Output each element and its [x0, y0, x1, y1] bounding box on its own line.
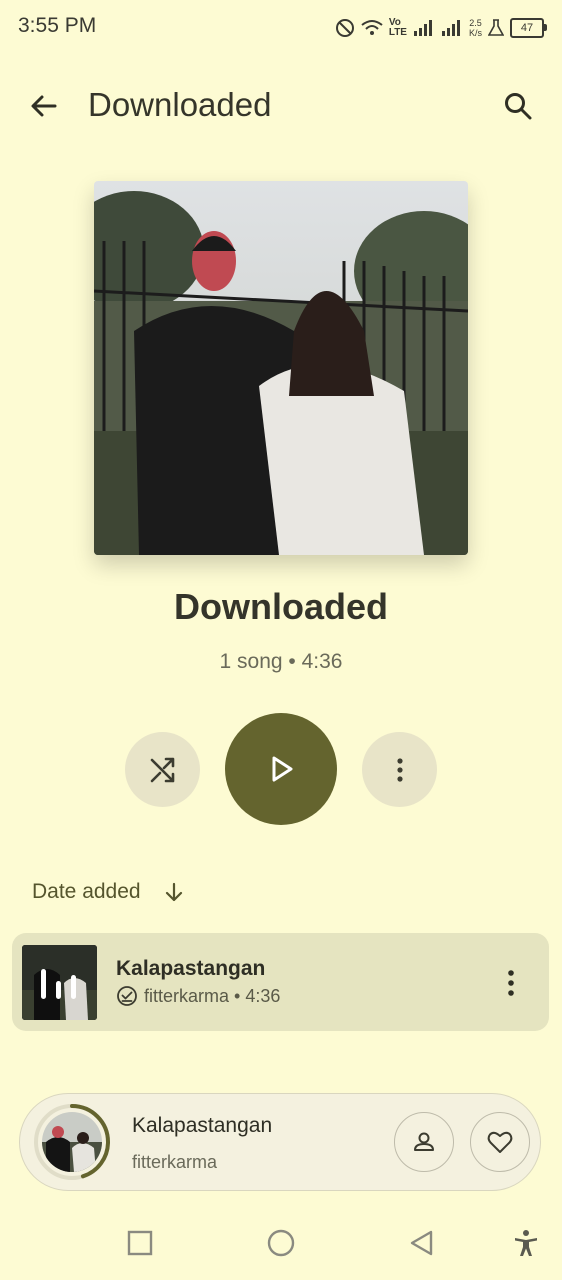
- shuffle-icon: [150, 757, 174, 782]
- play-icon: [272, 756, 293, 782]
- triangle-back-icon: [410, 1230, 433, 1256]
- download-check-icon: [117, 986, 137, 1006]
- song-subtitle: fitterkarma • 4:36: [116, 985, 280, 1007]
- playlist-meta: 1 song • 4:36: [219, 650, 343, 673]
- do-not-disturb-icon: [335, 19, 354, 37]
- flask-icon: [488, 19, 504, 36]
- more-vertical-icon: [508, 970, 514, 996]
- circle-icon: [267, 1229, 295, 1257]
- signal-icon-2: [441, 20, 460, 36]
- song-row[interactable]: Kalapastangan fitterkarma • 4:36: [12, 933, 549, 1031]
- heart-icon: [487, 1131, 513, 1153]
- playlist-title: Downloaded: [174, 586, 388, 627]
- battery-icon: 47: [510, 18, 547, 38]
- search-icon: [505, 93, 532, 120]
- mini-player-artist-button[interactable]: [394, 1112, 454, 1172]
- search-button[interactable]: [496, 84, 540, 128]
- wifi-icon: [361, 20, 383, 35]
- song-artist-duration: fitterkarma • 4:36: [144, 985, 281, 1006]
- mini-player-title: Kalapastangan: [132, 1114, 273, 1137]
- play-button[interactable]: [225, 713, 337, 825]
- song-title: Kalapastangan: [116, 957, 266, 980]
- arrow-left-icon: [31, 95, 57, 117]
- accessibility-button[interactable]: [504, 1221, 548, 1265]
- page-title: Downloaded: [88, 86, 272, 123]
- arrow-down-icon: [165, 882, 182, 902]
- network-speed-unit: K/s: [468, 28, 482, 38]
- recents-button[interactable]: [118, 1221, 162, 1265]
- sort-control[interactable]: Date added: [32, 880, 185, 904]
- volte-label: Vo LTE: [389, 18, 407, 38]
- network-speed-value: 2.5: [469, 18, 482, 28]
- sort-label: Date added: [32, 880, 141, 903]
- status-icons: Vo LTE 2.5 K/s 47: [335, 14, 547, 42]
- back-nav-button[interactable]: [400, 1221, 444, 1265]
- mini-player-like-button[interactable]: [470, 1112, 530, 1172]
- shuffle-button[interactable]: [125, 732, 200, 807]
- more-options-button[interactable]: [362, 732, 437, 807]
- network-speed: 2.5 K/s: [469, 18, 482, 38]
- status-time: 3:55 PM: [18, 14, 97, 37]
- playlist-cover-art: [94, 181, 468, 555]
- song-thumbnail: [22, 945, 97, 1020]
- system-nav-bar: [0, 1215, 562, 1270]
- volte-bottom: LTE: [388, 27, 407, 38]
- mini-player-art: [32, 1102, 112, 1182]
- mini-player[interactable]: Kalapastangan fitterkarma: [19, 1093, 541, 1191]
- square-icon: [127, 1230, 153, 1256]
- battery-level: 47: [520, 22, 534, 34]
- accessibility-icon: [515, 1230, 537, 1256]
- mini-player-artist: fitterkarma: [132, 1152, 218, 1172]
- signal-icon: [413, 20, 432, 36]
- back-button[interactable]: [22, 84, 66, 128]
- more-vertical-icon: [396, 757, 403, 782]
- home-button[interactable]: [259, 1221, 303, 1265]
- person-icon: [414, 1132, 434, 1151]
- song-more-button[interactable]: [495, 963, 527, 1003]
